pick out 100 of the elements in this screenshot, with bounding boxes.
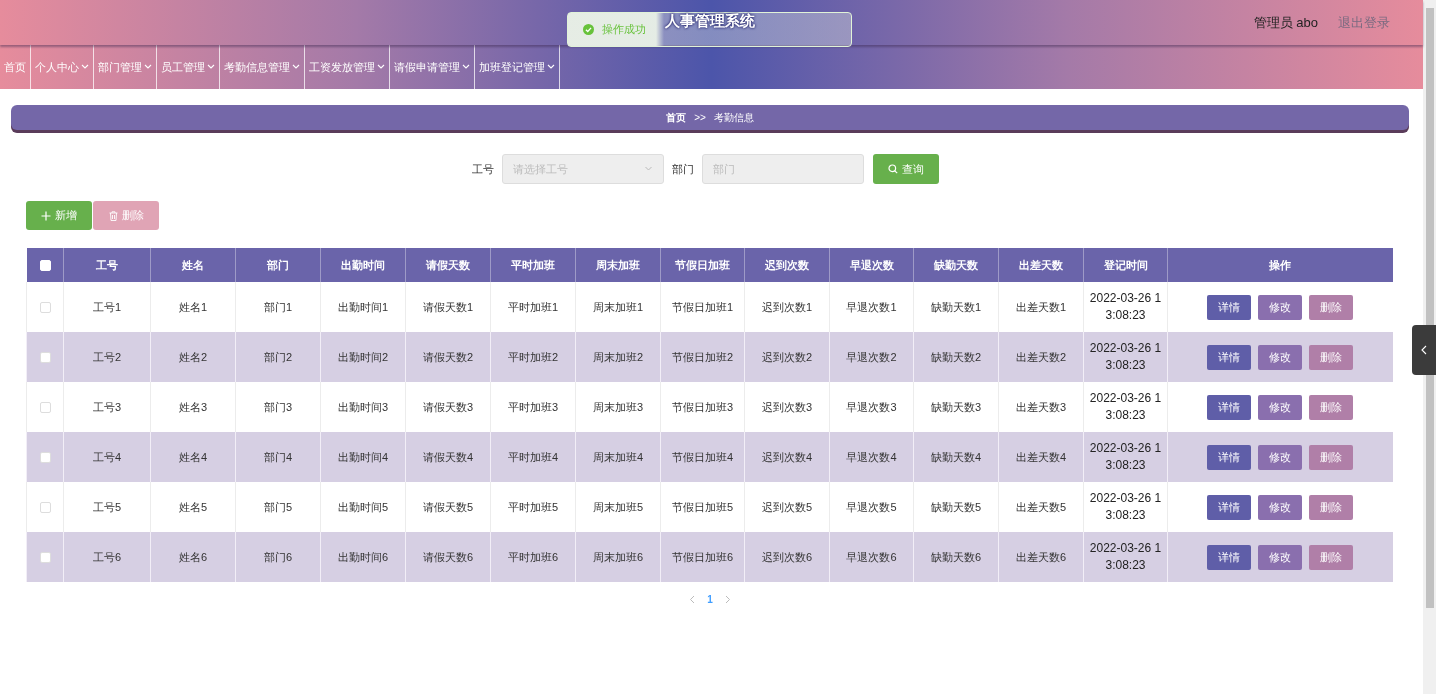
edit-button[interactable]: 修改 xyxy=(1258,344,1303,370)
table-cell: 请假天数4 xyxy=(422,450,474,463)
table-cell: 出差天数1 xyxy=(1015,300,1067,313)
table-cell: 周末加班1 xyxy=(592,300,644,313)
row-checkbox[interactable] xyxy=(39,552,51,564)
edit-button[interactable]: 修改 xyxy=(1258,544,1303,570)
trash-icon xyxy=(108,210,118,221)
table-cell: 工号5 xyxy=(92,500,122,513)
table-cell: 出差天数3 xyxy=(1015,400,1067,413)
table-cell: 节假日加班4 xyxy=(671,450,734,463)
table-cell: 姓名6 xyxy=(178,550,208,563)
nav-item[interactable]: 请假申请管理 xyxy=(390,45,475,89)
row-checkbox[interactable] xyxy=(39,352,51,364)
table-cell: 请假天数2 xyxy=(422,350,474,363)
row-checkbox[interactable] xyxy=(39,302,51,314)
table-cell: 姓名3 xyxy=(178,400,208,413)
detail-button[interactable]: 详情 xyxy=(1207,294,1252,320)
table-cell: 部门2 xyxy=(263,350,293,363)
table-cell: 缺勤天数2 xyxy=(930,350,982,363)
delete-button[interactable]: 删除 xyxy=(1309,494,1354,520)
collapse-tab[interactable] xyxy=(1412,325,1436,375)
table-cell: 出勤时间3 xyxy=(337,400,389,413)
nav-item[interactable]: 员工管理 xyxy=(157,45,220,89)
row-checkbox[interactable] xyxy=(39,502,51,514)
chevron-right-icon[interactable] xyxy=(724,594,731,604)
table-cell: 早退次数6 xyxy=(846,550,897,563)
table-cell: 迟到次数1 xyxy=(761,300,813,313)
column-header: 操作 xyxy=(1269,258,1292,271)
table-cell: 早退次数2 xyxy=(846,350,897,363)
table-cell: 缺勤天数5 xyxy=(930,500,982,513)
table-cell: 节假日加班6 xyxy=(671,550,734,563)
logout-link[interactable]: 退出登录 xyxy=(1338,13,1390,32)
edit-button[interactable]: 修改 xyxy=(1258,494,1303,520)
table-cell: 迟到次数5 xyxy=(761,500,813,513)
table-cell: 周末加班4 xyxy=(592,450,644,463)
table-cell: 节假日加班3 xyxy=(671,400,734,413)
delete-button[interactable]: 删除 xyxy=(1309,294,1354,320)
column-header: 部门 xyxy=(267,258,289,271)
delete-button[interactable]: 删除 xyxy=(1309,444,1354,470)
table-cell: 请假天数6 xyxy=(422,550,474,563)
table-cell: 2022-03-26 13:08:23 xyxy=(1089,291,1162,322)
nav-item[interactable]: 首页 xyxy=(0,45,31,89)
table-cell: 出差天数2 xyxy=(1015,350,1067,363)
table-cell: 姓名1 xyxy=(178,300,208,313)
table-cell: 节假日加班2 xyxy=(671,350,734,363)
nav-item[interactable]: 加班登记管理 xyxy=(475,45,560,89)
table-cell: 迟到次数4 xyxy=(761,450,813,463)
nav-item[interactable]: 工资发放管理 xyxy=(305,45,390,89)
table-cell: 2022-03-26 13:08:23 xyxy=(1089,541,1162,572)
detail-button[interactable]: 详情 xyxy=(1207,394,1252,420)
edit-button[interactable]: 修改 xyxy=(1258,394,1303,420)
table-cell: 2022-03-26 13:08:23 xyxy=(1089,391,1162,422)
chevron-down-icon xyxy=(644,166,653,172)
column-header: 出勤时间 xyxy=(341,258,385,271)
table-cell: 周末加班6 xyxy=(592,550,644,563)
search-button[interactable]: 查询 xyxy=(873,154,939,184)
table-cell: 姓名2 xyxy=(178,350,208,363)
detail-button[interactable]: 详情 xyxy=(1207,344,1252,370)
breadcrumb-item[interactable]: 首页 xyxy=(666,110,687,125)
column-header: 节假日加班 xyxy=(675,258,730,271)
table-cell: 出勤时间1 xyxy=(337,300,389,313)
table-cell: 姓名4 xyxy=(178,450,208,463)
table-cell: 出勤时间2 xyxy=(337,350,389,363)
breadcrumb-item[interactable]: 考勤信息 xyxy=(713,110,754,125)
table-cell: 周末加班3 xyxy=(592,400,644,413)
table-cell: 2022-03-26 13:08:23 xyxy=(1089,491,1162,522)
table-cell: 周末加班5 xyxy=(592,500,644,513)
row-checkbox[interactable] xyxy=(39,402,51,414)
table-cell: 部门5 xyxy=(263,500,293,513)
nav-item[interactable]: 考勤信息管理 xyxy=(220,45,305,89)
scrollbar[interactable] xyxy=(1423,0,1436,694)
edit-button[interactable]: 修改 xyxy=(1258,294,1303,320)
table-cell: 平时加班1 xyxy=(507,300,559,313)
column-header: 周末加班 xyxy=(596,258,640,271)
table-cell: 出差天数4 xyxy=(1015,450,1067,463)
column-header: 工号 xyxy=(96,258,118,271)
edit-button[interactable]: 修改 xyxy=(1258,444,1303,470)
add-button[interactable]: 新增 xyxy=(26,201,92,230)
page-number[interactable]: 1 xyxy=(707,593,713,605)
table-cell: 缺勤天数1 xyxy=(930,300,982,313)
delete-button[interactable]: 删除 xyxy=(1309,344,1354,370)
nav-item[interactable]: 个人中心 xyxy=(31,45,94,89)
table-cell: 部门6 xyxy=(263,550,293,563)
delete-button[interactable]: 删除 xyxy=(1309,394,1354,420)
breadcrumb-separator: >> xyxy=(694,112,706,123)
table-cell: 出勤时间4 xyxy=(337,450,389,463)
table-cell: 工号6 xyxy=(92,550,122,563)
chevron-left-icon[interactable] xyxy=(689,594,696,604)
column-header: 请假天数 xyxy=(426,258,470,271)
delete-button[interactable]: 删除 xyxy=(1309,544,1354,570)
detail-button[interactable]: 详情 xyxy=(1207,544,1252,570)
nav-item[interactable]: 部门管理 xyxy=(94,45,157,89)
detail-button[interactable]: 详情 xyxy=(1207,494,1252,520)
row-checkbox[interactable] xyxy=(39,452,51,464)
select-all-checkbox[interactable] xyxy=(39,260,51,272)
table-cell: 缺勤天数6 xyxy=(930,550,982,563)
detail-button[interactable]: 详情 xyxy=(1207,444,1252,470)
table-cell: 部门3 xyxy=(263,400,293,413)
table-cell: 2022-03-26 13:08:23 xyxy=(1089,441,1162,472)
table-cell: 2022-03-26 13:08:23 xyxy=(1089,341,1162,372)
